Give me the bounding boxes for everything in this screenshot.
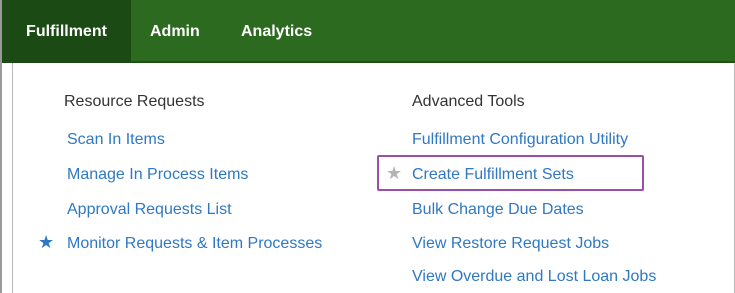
resource-requests-heading: Resource Requests: [64, 93, 205, 110]
menu-link-fulfillment-configuration-utility[interactable]: Fulfillment Configuration Utility: [412, 131, 628, 149]
menu-link-view-restore-request-jobs[interactable]: View Restore Request Jobs: [412, 235, 609, 253]
menu-link-create-fulfillment-sets[interactable]: Create Fulfillment Sets: [412, 166, 574, 184]
top-nav-bar: Fulfillment Admin Analytics: [2, 0, 735, 63]
tab-analytics[interactable]: Analytics: [229, 0, 324, 63]
advanced-tools-heading: Advanced Tools: [412, 93, 525, 110]
menu-link-monitor-requests[interactable]: Monitor Requests & Item Processes: [67, 235, 322, 253]
menu-link-view-overdue-and-lost-loan-jobs[interactable]: View Overdue and Lost Loan Jobs: [412, 268, 656, 286]
menu-link-approval-requests-list[interactable]: Approval Requests List: [67, 201, 232, 219]
tab-admin[interactable]: Admin: [138, 0, 212, 63]
fulfillment-menu-panel: Resource Requests Scan In Items Manage I…: [12, 63, 735, 293]
tab-fulfillment[interactable]: Fulfillment: [2, 0, 131, 63]
menu-link-manage-in-process-items[interactable]: Manage In Process Items: [67, 166, 248, 184]
app-frame: Fulfillment Admin Analytics Resource Req…: [0, 0, 735, 293]
menu-link-scan-in-items[interactable]: Scan In Items: [67, 131, 165, 149]
favorite-star-icon[interactable]: ★: [38, 233, 54, 251]
menu-link-bulk-change-due-dates[interactable]: Bulk Change Due Dates: [412, 201, 584, 219]
unfavorited-star-icon[interactable]: ★: [386, 164, 402, 182]
